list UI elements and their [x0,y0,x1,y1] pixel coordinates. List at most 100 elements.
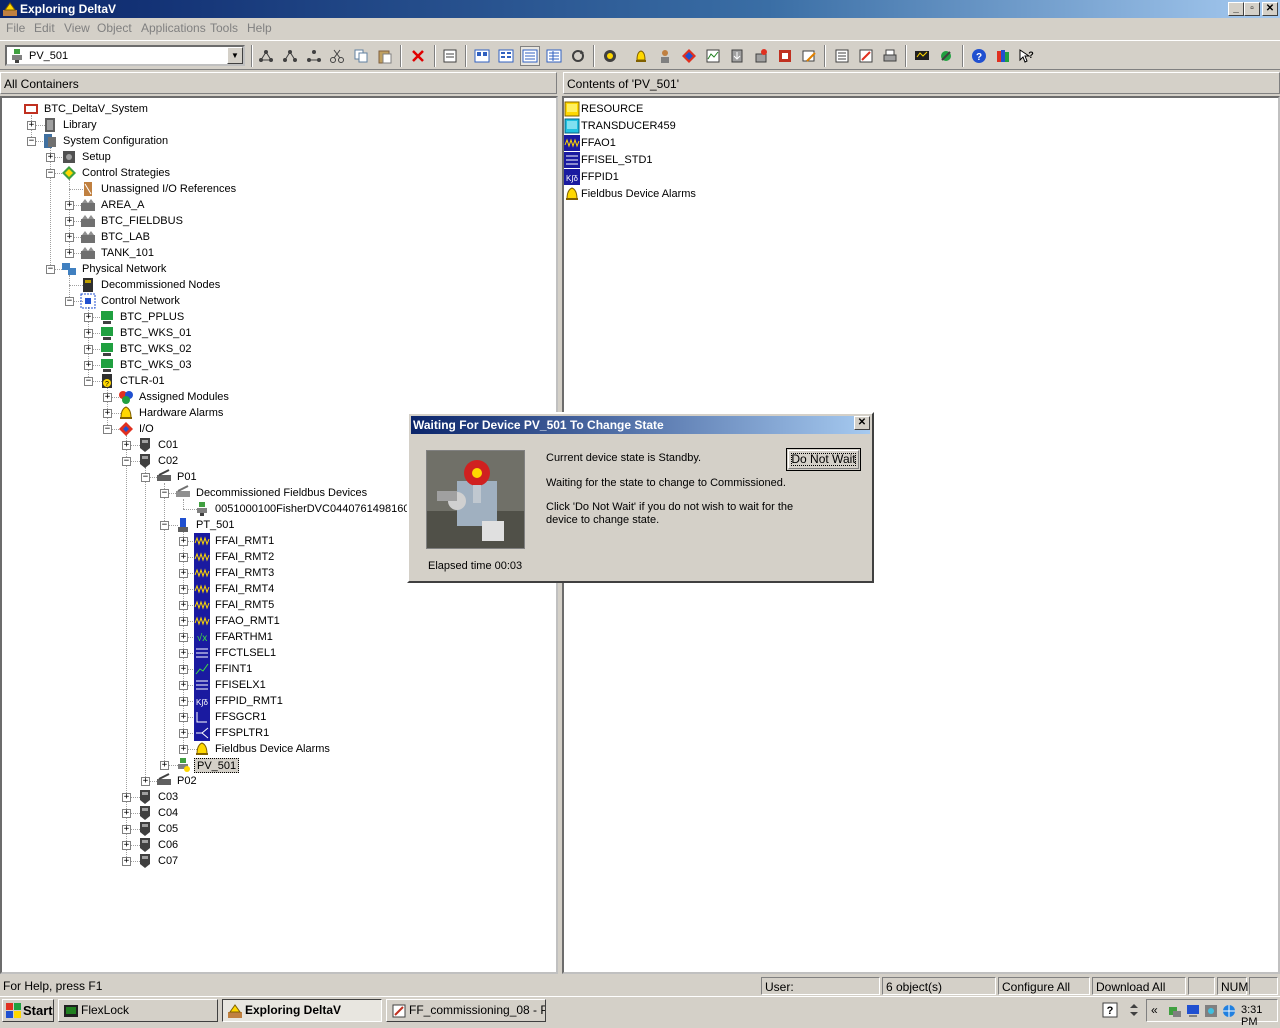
collapse-icon[interactable]: − [46,169,55,178]
tree-item[interactable]: + BTC_FIELDBUS [2,213,552,229]
commission-icon[interactable] [600,46,620,66]
menu-edit[interactable]: Edit [34,21,55,35]
connection-tray-icon[interactable] [1203,1003,1219,1019]
tree-item[interactable]: + AREA_A [2,197,552,213]
tree-item[interactable]: + BTC_WKS_01 [2,325,552,341]
restore-button[interactable]: ▫ [1244,2,1260,16]
expand-icon[interactable]: + [65,217,74,226]
collapse-icon[interactable]: − [46,265,55,274]
network-add-icon[interactable] [280,46,300,66]
globe-tray-icon[interactable] [1221,1003,1237,1019]
tree-item[interactable]: + C04 [2,805,552,821]
expand-icon[interactable]: + [179,681,188,690]
tree-item[interactable]: + FFSGCR1 [2,709,552,725]
expand-icon[interactable]: + [65,233,74,242]
collapse-icon[interactable]: − [27,137,36,146]
expand-icon[interactable]: + [179,745,188,754]
expand-icon[interactable]: + [84,361,93,370]
collapse-icon[interactable]: − [122,457,131,466]
expand-icon[interactable]: + [179,713,188,722]
menu-help[interactable]: Help [247,21,272,35]
collapse-icon[interactable]: − [65,297,74,306]
expand-icon[interactable]: + [179,617,188,626]
tools-icon[interactable] [936,46,956,66]
operator-icon[interactable] [655,46,675,66]
help-tray-icon[interactable]: ? [1100,1000,1120,1020]
upload-icon[interactable] [751,46,771,66]
collapse-icon[interactable]: − [160,521,169,530]
expand-icon[interactable]: + [179,585,188,594]
delete-icon[interactable] [408,46,428,66]
expand-icon[interactable]: + [179,601,188,610]
context-help-icon[interactable]: ? [1016,46,1036,66]
tree-item[interactable]: − Control Network [2,293,552,309]
taskbar-flexlock[interactable]: FlexLock [58,999,218,1022]
expand-icon[interactable]: + [103,393,112,402]
edit-icon[interactable] [799,46,819,66]
list-view-icon[interactable] [520,46,540,66]
download-icon[interactable] [727,46,747,66]
tree-item[interactable]: BTC_DeltaV_System [2,101,552,117]
tree-item[interactable]: Unassigned I/O References [2,181,552,197]
tray-expand-icon[interactable]: « [1151,1003,1158,1017]
collapse-icon[interactable]: − [84,377,93,386]
menu-tools[interactable]: Tools [210,21,238,35]
tree-item[interactable]: + Setup [2,149,552,165]
cut-icon[interactable] [327,46,347,66]
paste-icon[interactable] [375,46,395,66]
taskbar-exploring-deltav[interactable]: Exploring DeltaV [222,999,382,1022]
expand-icon[interactable]: + [122,441,131,450]
do-not-wait-button[interactable]: Do Not Wait [786,448,861,471]
tree-item[interactable]: − Control Strategies [2,165,552,181]
tree-item[interactable]: + BTC_WKS_02 [2,341,552,357]
collapse-icon[interactable]: − [141,473,150,482]
collapse-icon[interactable]: − [103,425,112,434]
expand-icon[interactable]: + [65,201,74,210]
help-icon[interactable]: ? [969,46,989,66]
tree-item[interactable]: + C05 [2,821,552,837]
object-combo[interactable]: PV_501 ▼ [5,45,245,66]
tree-item[interactable]: − Physical Network [2,261,552,277]
properties-icon[interactable] [440,46,460,66]
diagnostics-icon[interactable] [679,46,699,66]
refresh-icon[interactable] [568,46,588,66]
tree-item[interactable]: + BTC_PPLUS [2,309,552,325]
tree-item[interactable]: + Fieldbus Device Alarms [2,741,552,757]
tree-item[interactable]: + Library [2,117,552,133]
expand-icon[interactable]: + [122,825,131,834]
books-icon[interactable] [993,46,1013,66]
expand-icon[interactable]: + [27,121,36,130]
tree-item[interactable]: + FFINT1 [2,661,552,677]
network-icon[interactable] [256,46,276,66]
print-icon[interactable] [880,46,900,66]
network-remove-icon[interactable] [304,46,324,66]
details-view-icon[interactable] [544,46,564,66]
start-button[interactable]: Start [2,999,54,1022]
tree-item[interactable]: + FFCTLSEL1 [2,645,552,661]
scroll-tray-icon[interactable] [1124,1000,1144,1020]
tree-item[interactable]: Decommissioned Nodes [2,277,552,293]
menu-view[interactable]: View [64,21,90,35]
alarm-bell-icon[interactable] [631,46,651,66]
tree-item[interactable]: + BTC_WKS_03 [2,357,552,373]
expand-icon[interactable]: + [103,409,112,418]
large-icons-icon[interactable] [472,46,492,66]
expand-icon[interactable]: + [179,537,188,546]
network-tray-icon[interactable] [1167,1003,1183,1019]
monitor-icon[interactable] [912,46,932,66]
expand-icon[interactable]: + [84,329,93,338]
expand-icon[interactable]: + [84,345,93,354]
close-button[interactable]: ✕ [1262,2,1278,16]
small-icons-icon[interactable] [496,46,516,66]
tree-item[interactable]: + K∫δ FFPID_RMT1 [2,693,552,709]
expand-icon[interactable]: + [141,777,150,786]
expand-icon[interactable]: + [179,697,188,706]
tree-item[interactable]: + FFAI_RMT5 [2,597,552,613]
expand-icon[interactable]: + [122,793,131,802]
expand-icon[interactable]: + [122,809,131,818]
expand-icon[interactable]: + [46,153,55,162]
tree-item[interactable]: + PV_501 [2,757,552,773]
dialog-close-button[interactable]: ✕ [854,416,870,430]
tree-item[interactable]: + C07 [2,853,552,869]
expand-icon[interactable]: + [179,649,188,658]
